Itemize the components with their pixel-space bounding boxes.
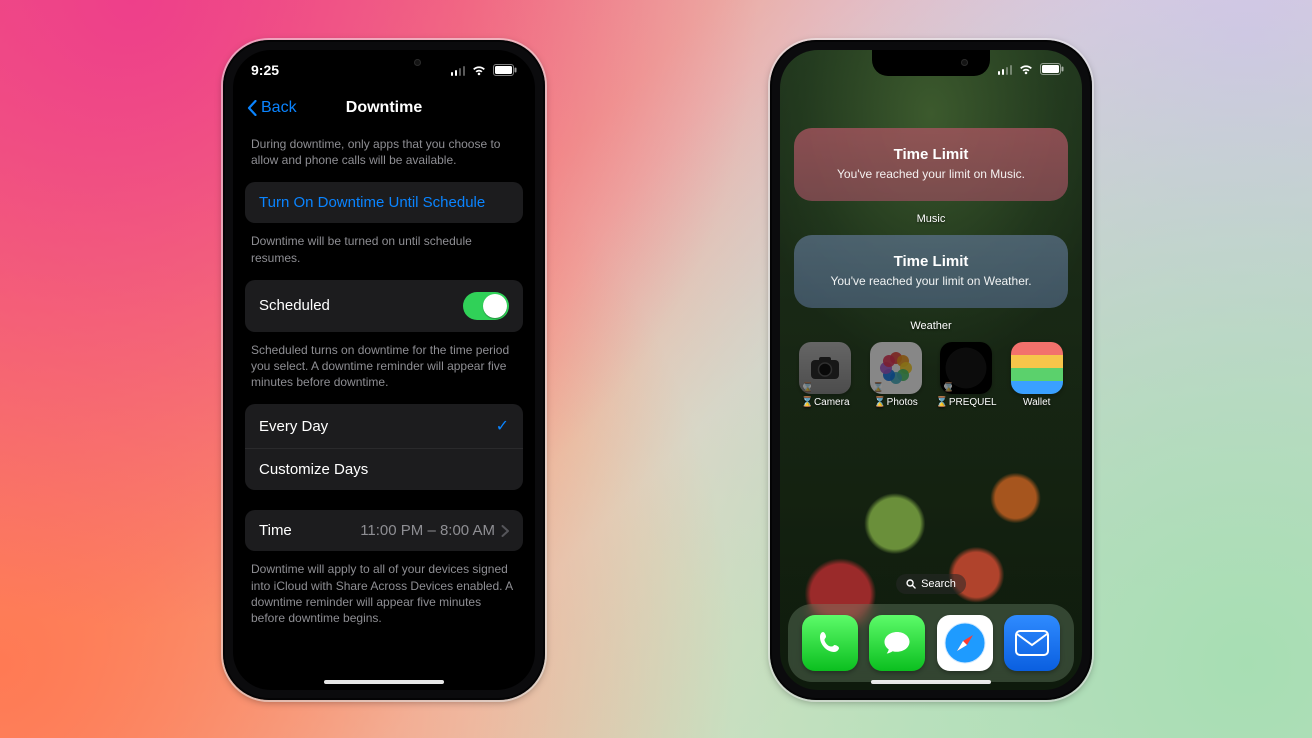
- scheduled-card: Scheduled: [245, 280, 523, 332]
- camera-icon: [799, 342, 851, 394]
- battery-icon: [493, 64, 517, 76]
- app-label: ⌛Camera: [801, 397, 850, 408]
- app-row: ⌛Camera: [780, 332, 1082, 408]
- wifi-icon: [471, 64, 487, 76]
- every-day-label: Every Day: [259, 418, 328, 435]
- app-photos[interactable]: ⌛Photos: [865, 342, 927, 408]
- widget-caption-music: Music: [794, 213, 1068, 225]
- checkmark-icon: ✓: [496, 416, 509, 436]
- widget-music-timelimit[interactable]: Time Limit You've reached your limit on …: [794, 128, 1068, 201]
- scheduled-label: Scheduled: [259, 297, 330, 314]
- turn-on-label: Turn On Downtime Until Schedule: [259, 194, 485, 211]
- widget-subtitle: You've reached your limit on Music.: [806, 167, 1056, 181]
- cellular-icon: [998, 64, 1013, 75]
- days-card: Every Day ✓ Customize Days: [245, 404, 523, 490]
- app-prequel[interactable]: ⌛PREQUEL: [935, 342, 997, 408]
- customize-days-label: Customize Days: [259, 461, 368, 478]
- scheduled-row[interactable]: Scheduled: [245, 280, 523, 332]
- chevron-right-icon: [501, 525, 509, 537]
- dock-app-safari[interactable]: [937, 615, 993, 671]
- notch: [325, 50, 443, 76]
- dock-app-messages[interactable]: [869, 615, 925, 671]
- notch: [872, 50, 990, 76]
- time-value: 11:00 PM – 8:00 AM: [360, 522, 495, 539]
- turn-on-footer: Downtime will be turned on until schedul…: [233, 223, 535, 273]
- phone-icon: [815, 628, 845, 658]
- back-button[interactable]: Back: [247, 99, 297, 117]
- app-label: ⌛PREQUEL: [936, 397, 997, 408]
- home-screen: Time Limit You've reached your limit on …: [780, 50, 1082, 690]
- iphone-frame-settings: 9:25 Back Downtime During: [223, 40, 545, 700]
- scheduled-footer: Scheduled turns on downtime for the time…: [233, 332, 535, 399]
- customize-days-row[interactable]: Customize Days: [245, 448, 523, 490]
- nav-bar: Back Downtime: [233, 90, 535, 126]
- cellular-icon: [451, 65, 466, 76]
- intro-text: During downtime, only apps that you choo…: [233, 126, 535, 176]
- scheduled-toggle[interactable]: [463, 292, 509, 320]
- battery-icon: [1040, 63, 1064, 75]
- widget-caption-weather: Weather: [794, 320, 1068, 332]
- prequel-icon: [940, 342, 992, 394]
- app-label: ⌛Photos: [874, 397, 918, 408]
- home-indicator[interactable]: [324, 680, 444, 684]
- dock-app-phone[interactable]: [802, 615, 858, 671]
- time-label: Time: [259, 522, 292, 539]
- turn-on-card: Turn On Downtime Until Schedule: [245, 182, 523, 223]
- safari-icon: [941, 619, 989, 667]
- status-time: 9:25: [251, 62, 279, 78]
- wallet-icon: [1011, 342, 1063, 394]
- search-label: Search: [921, 578, 956, 590]
- app-wallet[interactable]: Wallet: [1006, 342, 1068, 408]
- widget-title: Time Limit: [806, 253, 1056, 270]
- home-indicator[interactable]: [871, 680, 991, 684]
- app-label: Wallet: [1023, 397, 1050, 408]
- widget-subtitle: You've reached your limit on Weather.: [806, 274, 1056, 288]
- app-camera[interactable]: ⌛Camera: [794, 342, 856, 408]
- every-day-row[interactable]: Every Day ✓: [245, 404, 523, 448]
- wifi-icon: [1018, 63, 1034, 75]
- dock: [788, 604, 1074, 682]
- messages-icon: [881, 628, 913, 658]
- back-label: Back: [261, 99, 297, 117]
- turn-on-downtime-button[interactable]: Turn On Downtime Until Schedule: [245, 182, 523, 223]
- settings-screen: 9:25 Back Downtime During: [233, 50, 535, 690]
- time-card: Time 11:00 PM – 8:00 AM: [245, 510, 523, 551]
- search-icon: [906, 579, 916, 589]
- chevron-left-icon: [247, 100, 257, 116]
- mail-icon: [1015, 630, 1049, 656]
- spotlight-search-button[interactable]: Search: [896, 574, 966, 594]
- photos-icon: [870, 342, 922, 394]
- widget-title: Time Limit: [806, 146, 1056, 163]
- time-row[interactable]: Time 11:00 PM – 8:00 AM: [245, 510, 523, 551]
- iphone-frame-home: Time Limit You've reached your limit on …: [770, 40, 1092, 700]
- device-footer: Downtime will apply to all of your devic…: [233, 551, 535, 634]
- widget-weather-timelimit[interactable]: Time Limit You've reached your limit on …: [794, 235, 1068, 308]
- dock-app-mail[interactable]: [1004, 615, 1060, 671]
